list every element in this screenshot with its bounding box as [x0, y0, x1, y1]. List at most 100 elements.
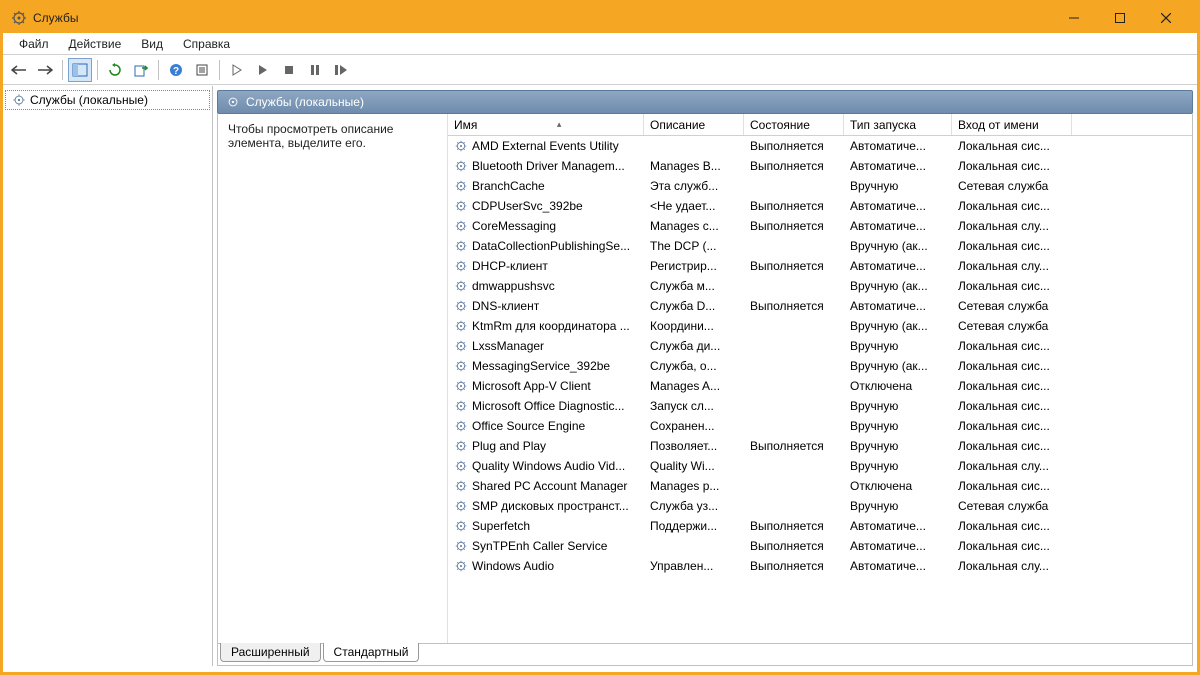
table-row[interactable]: KtmRm для координатора ...Координи...Вру…: [448, 316, 1192, 336]
forward-button[interactable]: [33, 58, 57, 82]
cell-name: Bluetooth Driver Managem...: [448, 158, 644, 174]
table-row[interactable]: DNS-клиентСлужба D...ВыполняетсяАвтомати…: [448, 296, 1192, 316]
cell-logon: Локальная слу...: [952, 218, 1072, 234]
cell-name: DHCP-клиент: [448, 258, 644, 274]
table-row[interactable]: BranchCacheЭта служб...ВручнуюСетевая сл…: [448, 176, 1192, 196]
menu-help[interactable]: Справка: [173, 35, 240, 53]
cell-logon: Локальная сис...: [952, 238, 1072, 254]
table-row[interactable]: dmwappushsvcСлужба м...Вручную (ак...Лок…: [448, 276, 1192, 296]
cell-description: Позволяет...: [644, 438, 744, 454]
gear-icon: [454, 239, 468, 253]
table-row[interactable]: CoreMessagingManages c...ВыполняетсяАвто…: [448, 216, 1192, 236]
cell-name: CoreMessaging: [448, 218, 644, 234]
cell-logon: Локальная сис...: [952, 478, 1072, 494]
gear-icon: [454, 439, 468, 453]
table-row[interactable]: LxssManagerСлужба ди...ВручнуюЛокальная …: [448, 336, 1192, 356]
cell-description: [644, 145, 744, 147]
gear-icon: [454, 259, 468, 273]
cell-state: Выполняется: [744, 558, 844, 574]
cell-description: Сохранен...: [644, 418, 744, 434]
table-row[interactable]: Plug and PlayПозволяет...ВыполняетсяВруч…: [448, 436, 1192, 456]
cell-logon: Локальная слу...: [952, 258, 1072, 274]
pause-service-button[interactable]: [303, 58, 327, 82]
maximize-button[interactable]: [1097, 3, 1143, 33]
export-button[interactable]: [129, 58, 153, 82]
column-name[interactable]: Имя▴: [448, 114, 644, 135]
cell-name: Microsoft Office Diagnostic...: [448, 398, 644, 414]
tab-extended[interactable]: Расширенный: [220, 643, 321, 662]
column-state[interactable]: Состояние: [744, 114, 844, 135]
table-row[interactable]: SMP дисковых пространст...Служба уз...Вр…: [448, 496, 1192, 516]
cell-state: [744, 345, 844, 347]
cell-description: Координи...: [644, 318, 744, 334]
table-row[interactable]: AMD External Events UtilityВыполняетсяАв…: [448, 136, 1192, 156]
gear-icon: [12, 93, 26, 107]
menu-action[interactable]: Действие: [59, 35, 132, 53]
back-button[interactable]: [7, 58, 31, 82]
gear-icon: [454, 539, 468, 553]
menu-view[interactable]: Вид: [131, 35, 173, 53]
start-service-filled-button[interactable]: [251, 58, 275, 82]
cell-logon: Локальная сис...: [952, 358, 1072, 374]
start-service-button[interactable]: [225, 58, 249, 82]
table-row[interactable]: Windows AudioУправлен...ВыполняетсяАвтом…: [448, 556, 1192, 576]
cell-description: Служба ди...: [644, 338, 744, 354]
column-startup[interactable]: Тип запуска: [844, 114, 952, 135]
properties-button[interactable]: [190, 58, 214, 82]
cell-state: Выполняется: [744, 538, 844, 554]
gear-icon: [454, 479, 468, 493]
cell-state: [744, 425, 844, 427]
table-row[interactable]: SynTPEnh Caller ServiceВыполняетсяАвтома…: [448, 536, 1192, 556]
cell-state: Выполняется: [744, 298, 844, 314]
table-row[interactable]: Microsoft Office Diagnostic...Запуск сл.…: [448, 396, 1192, 416]
cell-name: BranchCache: [448, 178, 644, 194]
cell-name: LxssManager: [448, 338, 644, 354]
table-row[interactable]: SuperfetchПоддержи...ВыполняетсяАвтомати…: [448, 516, 1192, 536]
table-row[interactable]: DHCP-клиентРегистрир...ВыполняетсяАвтома…: [448, 256, 1192, 276]
cell-startup: Отключена: [844, 478, 952, 494]
cell-name: Office Source Engine: [448, 418, 644, 434]
close-button[interactable]: [1143, 3, 1189, 33]
table-row[interactable]: Office Source EngineСохранен...ВручнуюЛо…: [448, 416, 1192, 436]
table-row[interactable]: CDPUserSvc_392be<Не удает...ВыполняетсяА…: [448, 196, 1192, 216]
gear-icon: [454, 279, 468, 293]
cell-startup: Отключена: [844, 378, 952, 394]
cell-name: dmwappushsvc: [448, 278, 644, 294]
list-body[interactable]: AMD External Events UtilityВыполняетсяАв…: [448, 136, 1192, 643]
gear-icon: [454, 399, 468, 413]
cell-logon: Локальная сис...: [952, 518, 1072, 534]
tab-standard[interactable]: Стандартный: [323, 643, 420, 662]
cell-name: Windows Audio: [448, 558, 644, 574]
cell-name: SynTPEnh Caller Service: [448, 538, 644, 554]
menu-file[interactable]: Файл: [9, 35, 59, 53]
cell-logon: Локальная сис...: [952, 398, 1072, 414]
tabs: Расширенный Стандартный: [217, 644, 1193, 666]
table-row[interactable]: Microsoft App-V ClientManages A...Отключ…: [448, 376, 1192, 396]
cell-state: Выполняется: [744, 438, 844, 454]
cell-logon: Локальная сис...: [952, 438, 1072, 454]
help-button[interactable]: ?: [164, 58, 188, 82]
cell-state: [744, 465, 844, 467]
stop-service-button[interactable]: [277, 58, 301, 82]
list-pane: Имя▴ Описание Состояние Тип запуска Вход…: [448, 114, 1192, 643]
column-description[interactable]: Описание: [644, 114, 744, 135]
column-logon[interactable]: Вход от имени: [952, 114, 1072, 135]
show-tree-button[interactable]: [68, 58, 92, 82]
separator: [219, 60, 220, 80]
cell-state: [744, 405, 844, 407]
table-row[interactable]: Quality Windows Audio Vid...Quality Wi..…: [448, 456, 1192, 476]
table-row[interactable]: DataCollectionPublishingSe...The DCP (..…: [448, 236, 1192, 256]
tree-item-services-local[interactable]: Службы (локальные): [5, 90, 210, 110]
cell-name: Plug and Play: [448, 438, 644, 454]
sort-asc-icon: ▴: [557, 119, 562, 130]
right-pane: Службы (локальные) Чтобы просмотреть опи…: [213, 86, 1197, 666]
gear-icon: [454, 299, 468, 313]
cell-state: Выполняется: [744, 218, 844, 234]
cell-logon: Локальная слу...: [952, 558, 1072, 574]
table-row[interactable]: Shared PC Account ManagerManages p...Отк…: [448, 476, 1192, 496]
minimize-button[interactable]: [1051, 3, 1097, 33]
table-row[interactable]: MessagingService_392beСлужба, о...Вручну…: [448, 356, 1192, 376]
table-row[interactable]: Bluetooth Driver Managem...Manages B...В…: [448, 156, 1192, 176]
refresh-button[interactable]: [103, 58, 127, 82]
restart-service-button[interactable]: [329, 58, 353, 82]
